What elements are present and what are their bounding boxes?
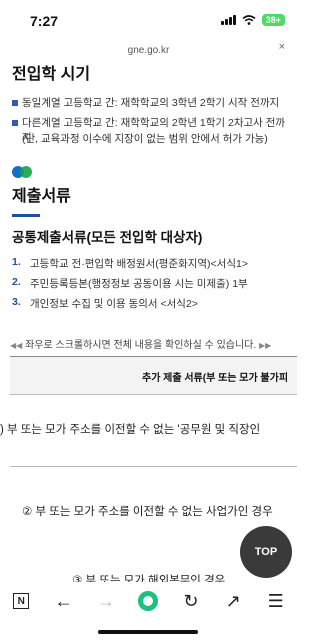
address-bar[interactable]: gne.go.kr × (0, 40, 297, 58)
table-cell: ) 부 또는 모가 주소를 이전할 수 없는 '공무원 및 직장인 (0, 424, 261, 436)
battery-icon: 38+ (261, 14, 285, 26)
page-content[interactable]: 전입학 시기 동일계열 고등학교 간: 재학학교의 3학년 2학기 시작 전까지… (0, 58, 297, 582)
naver-home-button[interactable]: N (6, 586, 36, 616)
status-time: 7:27 (30, 13, 59, 29)
table-divider (10, 466, 297, 467)
section-title-transfer-period: 전입학 시기 (12, 66, 91, 83)
home-indicator (98, 630, 198, 634)
signal-icon (220, 15, 236, 25)
menu-button[interactable]: ☰ (261, 586, 291, 616)
scroll-top-button[interactable]: TOP (240, 526, 292, 578)
green-circle-icon (138, 591, 159, 611)
share-button[interactable]: ↗ (218, 586, 248, 616)
bullet-icon (12, 120, 18, 126)
bullet-icon (12, 100, 18, 106)
subsection-title: 공통제출서류(모든 전입학 대상자) (12, 230, 203, 245)
green-dot-button[interactable] (133, 586, 163, 616)
naver-n-icon: N (13, 593, 30, 609)
status-icons: 38+ (220, 14, 285, 26)
scroll-left-icon: ◀◀ (10, 341, 23, 350)
table-header: 추가 제출 서류(부 또는 모가 불가피 (10, 357, 297, 395)
back-button[interactable]: ← (49, 586, 79, 616)
title-underline (12, 214, 40, 217)
refresh-button[interactable]: ↻ (176, 586, 206, 616)
close-icon[interactable]: × (279, 41, 285, 53)
scroll-right-icon: ▶▶ (258, 341, 272, 350)
table-cell: ② 부 또는 모가 주소를 이전할 수 없는 사업가인 경우 (22, 506, 273, 518)
status-bar: 7:27 38+ (0, 0, 297, 40)
table-cell: ③ 부 또는 모가 해외복무인 경우 (72, 575, 226, 582)
section-title-documents: 제출서류 (12, 188, 71, 205)
browser-toolbar: N ← → ↻ ↗ ☰ (0, 582, 297, 620)
section-dots-icon (12, 166, 32, 178)
wifi-icon (242, 15, 256, 25)
forward-button[interactable]: → (91, 586, 121, 616)
scroll-hint: ◀◀ 좌우로 스크롤하시면 전체 내용을 확인하실 수 있습니다. ▶▶ (10, 340, 272, 351)
url-domain: gne.go.kr (127, 45, 170, 56)
